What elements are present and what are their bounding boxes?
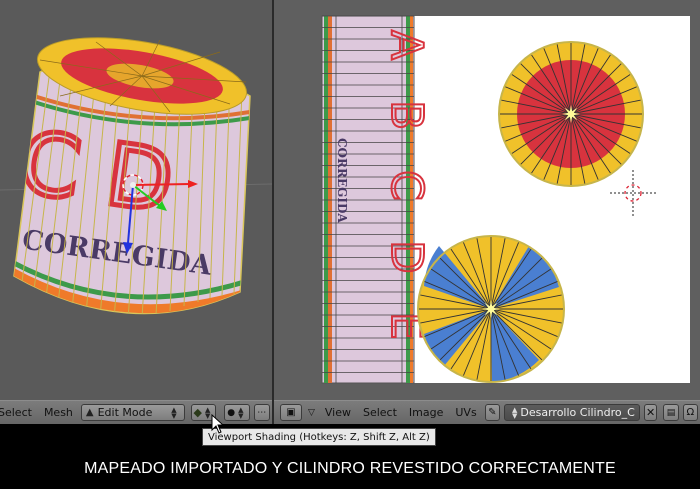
manipulator-button[interactable]: ⋯ xyxy=(253,404,270,421)
menu-view[interactable]: View xyxy=(319,406,357,419)
viewport-3d[interactable]: C D CORREGIDA xyxy=(0,0,272,400)
menu-select[interactable]: Select xyxy=(357,406,403,419)
image-browse[interactable]: ▲ ▼ Desarrollo Cilindro_C xyxy=(503,404,640,421)
mode-selector[interactable]: ▲ Edit Mode ▲ ▼ xyxy=(80,404,185,421)
mode-label: Edit Mode xyxy=(97,406,153,419)
menu-uvs[interactable]: UVs xyxy=(449,406,482,419)
uv-canvas: A B C D E CORREGIDA xyxy=(321,15,690,384)
strip-letter-d: D xyxy=(381,240,432,274)
mouse-pointer-icon xyxy=(211,414,223,434)
strip-word: CORREGIDA xyxy=(335,138,349,223)
caption: MAPEADO IMPORTADO Y CILINDRO REVESTIDO C… xyxy=(84,459,616,477)
headphones-icon: Ω xyxy=(686,407,695,418)
close-icon: ✕ xyxy=(645,406,656,419)
strip-letter-c: C xyxy=(381,170,432,201)
image-pack-button[interactable]: ▤ xyxy=(663,404,679,421)
dropdown-arrows-icon: ▲ ▼ xyxy=(511,405,518,420)
menu-select[interactable]: Select xyxy=(0,406,38,419)
strip-letter-b: B xyxy=(381,100,432,130)
dropdown-arrows-icon: ▲ ▼ xyxy=(238,405,244,420)
uv-bottom-disc xyxy=(417,235,565,383)
menu-image[interactable]: Image xyxy=(403,406,449,419)
unlink-image-button[interactable]: ✕ xyxy=(643,404,658,421)
viewport-3d-scene: C D CORREGIDA xyxy=(0,37,272,315)
viewport-3d-header: Select Mesh ▲ Edit Mode ▲ ▼ ◆ ▲ ▼ ● ▲ ▼ ⋯ xyxy=(0,400,272,424)
uv-image-editor[interactable]: A B C D E CORREGIDA xyxy=(274,0,700,400)
pivot-point-button[interactable]: ● ▲ ▼ xyxy=(224,404,250,421)
cylinder-letters: C D xyxy=(13,113,179,233)
editor-type-button[interactable]: ▣ xyxy=(280,404,302,421)
uv-top-disc xyxy=(498,41,644,187)
sync-selection-button[interactable]: Ω xyxy=(682,404,698,421)
uv-editor-header: ▣ ▽ View Select Image UVs ✎ ▲ ▼ Desarroll… xyxy=(274,400,700,424)
pin-icon: ✎ xyxy=(488,407,497,418)
dropdown-arrows-icon: ▲ ▼ xyxy=(171,405,177,420)
pin-button[interactable]: ✎ xyxy=(484,404,500,421)
shading-tooltip: Viewport Shading (Hotkeys: Z, Shift Z, A… xyxy=(202,428,436,446)
pivot-dot-icon: ● xyxy=(227,407,236,418)
image-name: Desarrollo Cilindro_C xyxy=(520,406,635,419)
package-icon: ▤ xyxy=(666,407,676,418)
image-editor-icon: ▣ xyxy=(286,407,296,418)
edit-mode-icon: ▲ xyxy=(85,407,94,418)
collapse-menu-icon[interactable]: ▽ xyxy=(308,408,315,418)
menu-mesh[interactable]: Mesh xyxy=(38,406,79,419)
strip-letter-a: A xyxy=(381,30,432,60)
shading-solid-icon: ◆ xyxy=(193,406,202,419)
manipulator-icon: ⋯ xyxy=(257,407,267,418)
